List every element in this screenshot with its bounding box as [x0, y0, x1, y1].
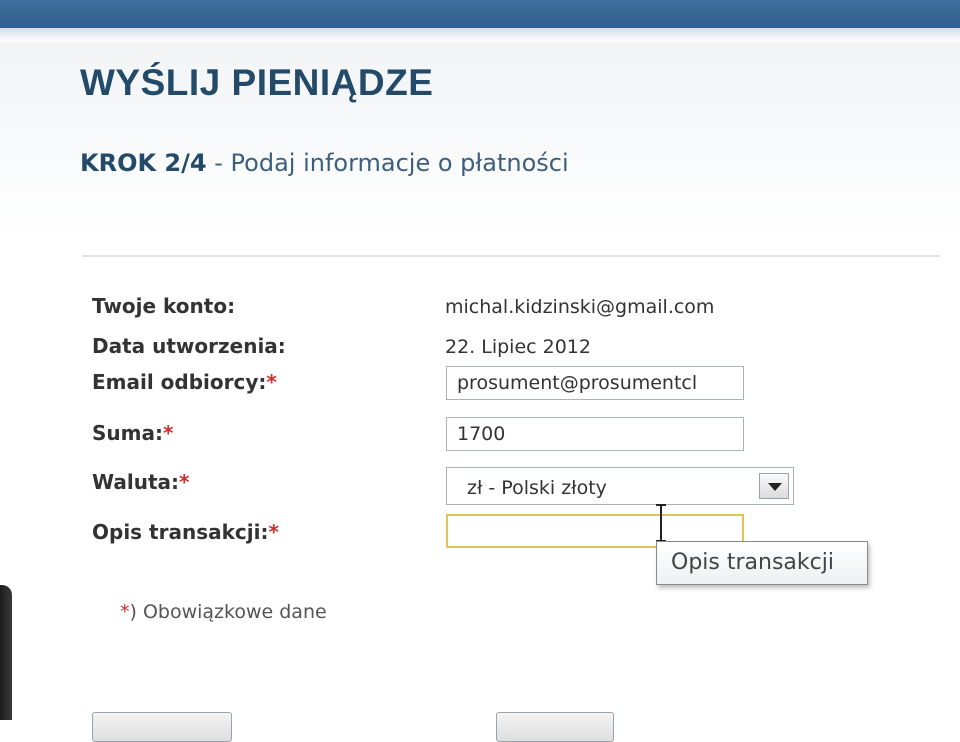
required-marker: *	[162, 421, 174, 445]
step-indicator: KROK 2/4 - Podaj informacje o płatności	[80, 149, 569, 177]
created-date-label: Data utworzenia:	[92, 334, 286, 358]
required-marker: *	[120, 601, 130, 623]
step-number: KROK 2/4	[80, 149, 207, 177]
amount-label: Suma:*	[92, 421, 173, 445]
description-label: Opis transakcji:*	[92, 520, 279, 544]
step-description: - Podaj informacje o płatności	[206, 149, 569, 177]
required-fields-note-text: ) Obowiązkowe dane	[129, 601, 327, 623]
created-date-value: 22. Lipiec 2012	[445, 336, 591, 358]
back-button[interactable]	[92, 712, 232, 742]
currency-select[interactable]: zł - Polski złoty	[446, 467, 794, 505]
top-navigation-bar	[0, 0, 960, 28]
description-tooltip: Opis transakcji	[656, 541, 868, 585]
section-divider	[82, 255, 940, 257]
text-cursor-icon	[656, 504, 666, 542]
account-value: michal.kidzinski@gmail.com	[445, 296, 715, 318]
required-marker: *	[266, 370, 277, 394]
currency-label-text: Waluta:	[92, 470, 179, 494]
account-label: Twoje konto:	[92, 294, 236, 318]
page-title: WYŚLIJ PIENIĄDZE	[80, 62, 434, 103]
next-button[interactable]	[496, 712, 614, 742]
recipient-email-input[interactable]: prosument@prosumentcl	[446, 366, 744, 400]
required-marker: *	[179, 470, 190, 494]
required-marker: *	[268, 520, 279, 544]
recipient-email-label-text: Email odbiorcy:	[92, 370, 267, 394]
currency-label: Waluta:*	[92, 470, 189, 494]
chevron-down-icon[interactable]	[759, 473, 789, 499]
required-fields-note: *) Obowiązkowe dane	[120, 601, 327, 623]
header-shadow	[0, 28, 960, 42]
recipient-email-label: Email odbiorcy:*	[92, 370, 277, 394]
currency-selected-value: zł - Polski złoty	[467, 477, 607, 499]
amount-label-text: Suma:	[92, 421, 163, 445]
amount-input[interactable]: 1700	[446, 417, 744, 451]
presenter-silhouette	[0, 585, 12, 720]
description-label-text: Opis transakcji:	[92, 520, 269, 544]
